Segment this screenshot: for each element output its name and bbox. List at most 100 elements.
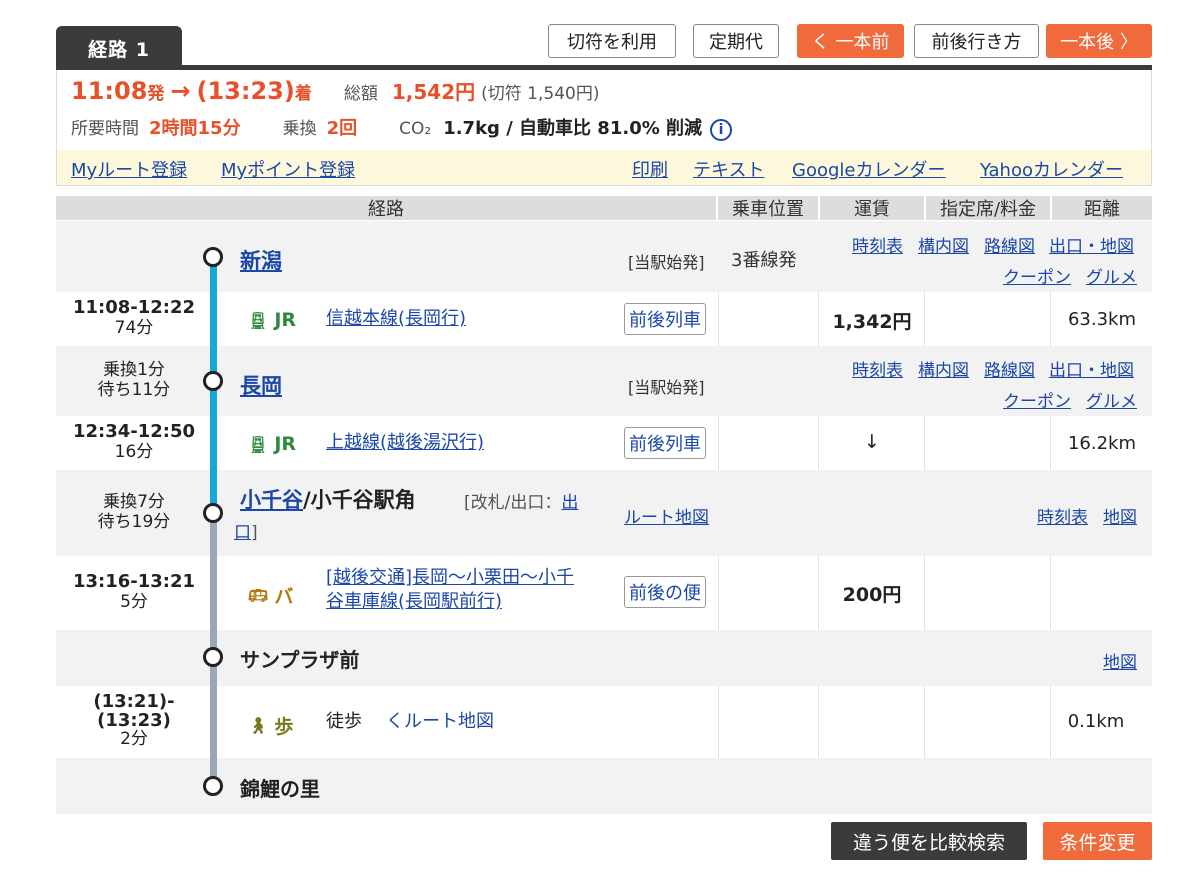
- transfer-info: 乗換7分 待ち19分: [56, 492, 212, 532]
- exit-note-end: ]: [251, 523, 258, 543]
- leg-row-4: (13:21)- (13:23) 2分 🚶︎ 歩 徒歩 くルート地図 0.1km: [56, 686, 1152, 758]
- station-link-niigata[interactable]: 新潟: [240, 249, 282, 273]
- bus-icon: 🚌︎: [248, 586, 269, 605]
- route-topbar: 経路 1 切符を利用 定期代 く 一本前 前後行き方 一本後 〉: [56, 24, 1152, 70]
- station-name: 錦鯉の里: [240, 777, 320, 801]
- yahoo-calendar-link[interactable]: Yahooカレンダー: [980, 156, 1123, 182]
- around-bus-button[interactable]: 前後の便: [624, 576, 706, 608]
- station-map-link[interactable]: 構内図: [918, 356, 969, 381]
- line-link[interactable]: [越後交通]長岡〜小栗田〜小千: [326, 567, 574, 588]
- duration-label: 所要時間: [71, 119, 139, 139]
- route-summary: 11:08 発 → (13:23) 着 総額 1,542円 (切符 1,540円…: [56, 70, 1152, 186]
- line-name: 信越本線(長岡行): [326, 307, 466, 331]
- mode-label: バ: [274, 586, 294, 608]
- ticket-button[interactable]: 切符を利用: [548, 24, 676, 58]
- cell-divider: [718, 292, 719, 346]
- cell-divider: [1050, 292, 1051, 346]
- header-distance: 距離: [1084, 199, 1120, 220]
- walk-mode: 🚶︎ 歩: [248, 712, 293, 739]
- gourmet-link[interactable]: グルメ: [1086, 263, 1137, 288]
- around-train-button[interactable]: 前後列車: [624, 303, 706, 335]
- exit-note-cont: 口]: [234, 518, 258, 543]
- cell-divider: [1050, 556, 1051, 630]
- exit-map-link[interactable]: 出口・地図: [1049, 356, 1134, 381]
- cell-divider: [718, 686, 719, 758]
- leg-duration: 16分: [114, 442, 154, 462]
- walk-route: くルート地図: [386, 710, 494, 734]
- action-link-bar: Myルート登録 Myポイント登録 印刷 テキスト Googleカレンダー Yah…: [57, 150, 1151, 185]
- station-node: [203, 371, 223, 391]
- leg-distance: 63.3km: [1067, 309, 1137, 330]
- timetable-link[interactable]: 時刻表: [852, 356, 903, 381]
- total-label: 総額: [343, 84, 378, 104]
- mode-label: JR: [274, 433, 297, 455]
- header-position: 乗車位置: [732, 199, 804, 220]
- exit-note-label: [改札/出口：: [464, 493, 562, 513]
- wait-time: 待ち19分: [97, 512, 171, 532]
- leg-fare: 1,342円: [832, 311, 912, 333]
- coupon-link[interactable]: クーポン: [1003, 387, 1071, 412]
- header-route: 経路: [368, 199, 404, 220]
- previous-train-button[interactable]: く 一本前: [797, 24, 904, 58]
- route-map-link[interactable]: ルート地図: [624, 503, 709, 528]
- arrival-suffix: 着: [294, 84, 312, 104]
- arrival-time: (13:23): [196, 77, 295, 105]
- line-map-link[interactable]: 路線図: [984, 232, 1035, 257]
- timetable-link[interactable]: 時刻表: [1037, 503, 1088, 528]
- leg-fare: ↓: [864, 431, 880, 453]
- leg-duration: 2分: [120, 729, 148, 749]
- timetable-link[interactable]: 時刻表: [852, 232, 903, 257]
- arrow-icon: →: [170, 77, 191, 105]
- summary-time-row: 11:08 発 → (13:23) 着 総額 1,542円 (切符 1,540円…: [71, 76, 599, 108]
- info-icon[interactable]: i: [710, 119, 733, 141]
- gourmet-link[interactable]: グルメ: [1086, 387, 1137, 412]
- transfer-label: 乗換: [282, 119, 317, 139]
- exit-link[interactable]: 口: [234, 523, 251, 543]
- station-link-ojiya[interactable]: 小千谷: [240, 488, 303, 512]
- cell-divider: [718, 556, 719, 630]
- line-map-link[interactable]: 路線図: [984, 356, 1035, 381]
- table-header: 経路 乗車位置 運賃 指定席/料金 距離: [56, 196, 1152, 220]
- coupon-link[interactable]: クーポン: [1003, 263, 1071, 288]
- co2-label: CO₂: [399, 119, 432, 139]
- around-routes-button[interactable]: 前後行き方: [914, 24, 1039, 58]
- print-link[interactable]: 印刷: [632, 156, 668, 182]
- cell-divider: [1050, 416, 1051, 470]
- station-map-link[interactable]: 構内図: [918, 232, 969, 257]
- exit-link[interactable]: 出: [561, 493, 578, 513]
- change-conditions-button[interactable]: 条件変更: [1043, 822, 1152, 860]
- leg-time-range: 12:34-12:50: [72, 421, 196, 442]
- line-link[interactable]: 谷車庫線(長岡駅前行): [326, 591, 502, 612]
- station-node: [203, 647, 223, 667]
- leg-time: 12:34-12:50 16分: [56, 421, 212, 463]
- train-icon: 🚆︎: [248, 434, 269, 454]
- line-link[interactable]: 上越線(越後湯沢行): [326, 432, 484, 453]
- map-link[interactable]: 地図: [1103, 648, 1137, 673]
- exit-map-link[interactable]: 出口・地図: [1049, 232, 1134, 257]
- leg-time: 13:16-13:21 5分: [56, 572, 212, 613]
- jr-mode: 🚆︎ JR: [248, 309, 296, 331]
- cell-divider: [718, 416, 719, 470]
- leg-distance: 16.2km: [1067, 433, 1137, 454]
- map-link[interactable]: 地図: [1103, 503, 1137, 528]
- leg-fare: 200円: [842, 584, 902, 606]
- leg-time-start: (13:21)-: [93, 691, 175, 712]
- station-link-nagaoka[interactable]: 長岡: [240, 374, 282, 398]
- compare-search-button[interactable]: 違う便を比較検索: [831, 822, 1027, 860]
- next-train-button[interactable]: 一本後 〉: [1046, 24, 1152, 58]
- cell-divider: [818, 686, 819, 758]
- leg-row-3: 13:16-13:21 5分 🚌︎ バ [越後交通]長岡〜小栗田〜小千 谷車庫線…: [56, 556, 1152, 630]
- my-point-link[interactable]: Myポイント登録: [221, 156, 355, 182]
- line-link[interactable]: 信越本線(長岡行): [326, 308, 466, 329]
- my-route-link[interactable]: Myルート登録: [71, 156, 187, 182]
- google-calendar-link[interactable]: Googleカレンダー: [792, 156, 945, 182]
- commuter-pass-button[interactable]: 定期代: [693, 24, 779, 58]
- walk-route-map-link[interactable]: くルート地図: [386, 711, 494, 732]
- text-link[interactable]: テキスト: [693, 156, 764, 182]
- tab-route-1[interactable]: 経路 1: [56, 26, 182, 70]
- around-train-button[interactable]: 前後列車: [624, 427, 706, 459]
- header-fare: 運賃: [854, 199, 890, 220]
- header-reserved: 指定席/料金: [939, 199, 1037, 220]
- leg-duration: 74分: [114, 318, 154, 338]
- station-name-suffix: /小千谷駅角: [303, 488, 416, 512]
